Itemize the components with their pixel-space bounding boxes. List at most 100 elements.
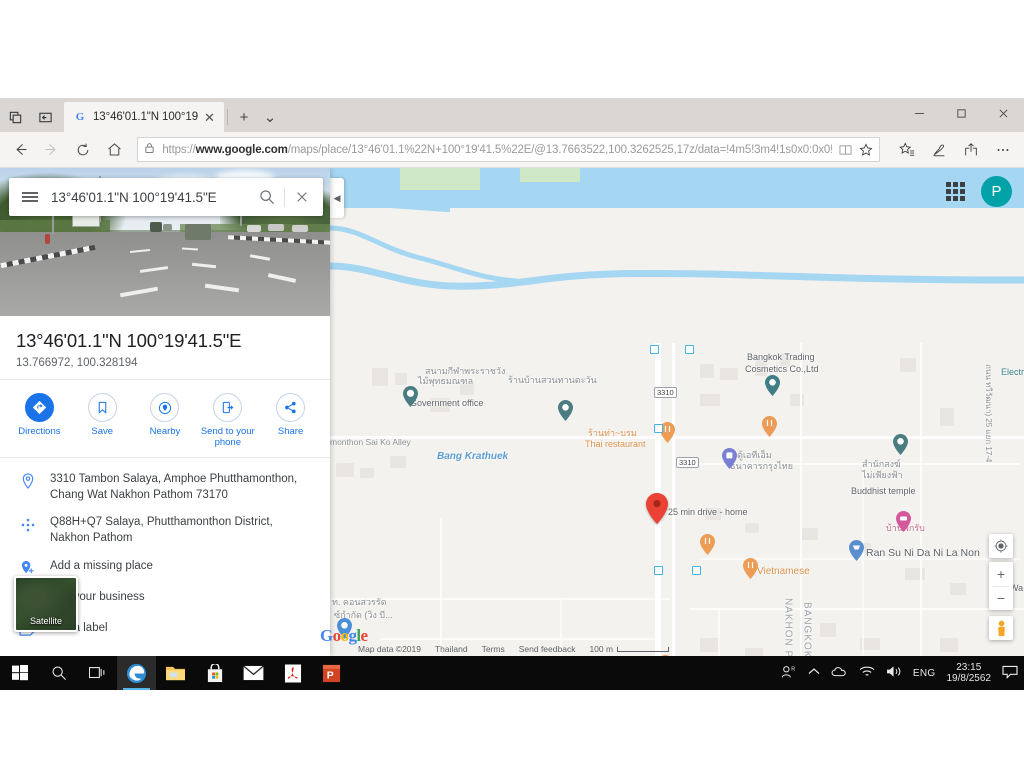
forward-button[interactable] <box>37 135 66 165</box>
adobe-reader-button[interactable] <box>273 656 312 690</box>
browser-tab[interactable]: G 13°46'01.1"N 100°19'41 ✕ <box>64 102 224 132</box>
menu-hamburger-icon[interactable] <box>9 190 51 204</box>
poi-pin-ran-su-ni[interactable] <box>849 540 864 561</box>
powerpoint-button[interactable]: P <box>312 656 351 690</box>
share-icon[interactable] <box>956 135 986 165</box>
share-icon <box>276 393 306 422</box>
map-label: ไม้พุทธมณฑล <box>418 376 474 386</box>
minimize-button[interactable] <box>898 98 940 128</box>
place-header: 13°46'01.1"N 100°19'41.5"E 13.766972, 10… <box>0 316 330 380</box>
transit-stop-icon[interactable] <box>650 345 659 354</box>
google-maps-page: สนามกีฬาพระราชวัง ไม้พุทธมณฑล Government… <box>0 168 1024 656</box>
poi-pin-government-office[interactable] <box>403 386 418 407</box>
park-area <box>400 168 480 190</box>
map-label[interactable]: ร้านท่า~บรม <box>588 428 637 439</box>
edge-button[interactable] <box>117 656 156 690</box>
poi-pin-vietnamese[interactable] <box>743 558 758 579</box>
favorite-star-icon[interactable] <box>859 142 873 157</box>
collapse-panel-button[interactable]: ◀ <box>330 178 344 218</box>
reading-view-icon[interactable] <box>839 144 852 156</box>
web-notes-icon[interactable] <box>924 135 954 165</box>
new-tab-button[interactable]: + <box>231 102 257 132</box>
refresh-button[interactable] <box>69 135 98 165</box>
system-tray: R ENG 23:15 19/8/2562 <box>781 662 1024 685</box>
task-view-button[interactable] <box>78 656 117 690</box>
microsoft-store-button[interactable] <box>195 656 234 690</box>
back-button[interactable] <box>6 135 35 165</box>
home-button[interactable] <box>100 135 129 165</box>
settings-and-more-button[interactable] <box>988 135 1018 165</box>
map-label: ถนน ทวีวัฒนา) 25 แยก 17-4 <box>984 364 993 463</box>
map-label: ร้านบ้านสวนทานตะวัน <box>508 375 597 385</box>
map-label: Thai restaurant <box>585 439 646 449</box>
satellite-layer-button[interactable]: Satellite <box>14 576 78 632</box>
transit-stop-icon[interactable] <box>685 345 694 354</box>
map-label[interactable]: Vietnamese <box>757 566 810 579</box>
zoom-in-button[interactable]: + <box>989 562 1013 586</box>
transit-stop-icon[interactable] <box>654 566 663 575</box>
action-label: Share <box>277 426 304 437</box>
map-label[interactable]: ตู้เอทีเอ็ม <box>737 450 772 461</box>
wifi-icon[interactable] <box>859 665 875 681</box>
set-tabs-aside-button[interactable] <box>0 102 30 132</box>
transit-stop-icon[interactable] <box>654 424 663 433</box>
address-bar[interactable]: https://www.google.com/maps/place/13°46'… <box>137 137 881 162</box>
window-controls <box>898 98 1024 132</box>
send-feedback-link[interactable]: Send feedback <box>519 644 576 654</box>
tab-list-chevron-down-icon[interactable]: ⌄ <box>257 102 283 132</box>
mail-button[interactable] <box>234 656 273 690</box>
info-row-address[interactable]: 3310 Tambon Salaya, Amphoe Phutthamontho… <box>0 466 330 510</box>
selected-location-marker[interactable] <box>646 493 668 524</box>
google-apps-grid-icon[interactable] <box>946 182 965 201</box>
pegman-street-view-button[interactable] <box>989 616 1013 640</box>
add-place-icon <box>18 559 37 578</box>
address-text: 3310 Tambon Salaya, Amphoe Phutthamontho… <box>50 472 298 501</box>
language-indicator[interactable]: ENG <box>913 668 936 679</box>
poi-pin-bank[interactable] <box>722 448 737 469</box>
map-label[interactable]: Government office <box>410 398 483 409</box>
close-window-button[interactable] <box>982 98 1024 128</box>
poi-pin-restaurant[interactable] <box>558 400 573 421</box>
file-explorer-button[interactable] <box>156 656 195 690</box>
tabs-you-set-aside-button[interactable] <box>30 102 60 132</box>
account-avatar[interactable]: P <box>981 176 1012 207</box>
clock[interactable]: 23:15 19/8/2562 <box>947 662 992 685</box>
map-label[interactable]: Ran Su Ni Da Ni La Non <box>866 547 980 560</box>
zoom-out-button[interactable]: − <box>989 587 1013 611</box>
search-input[interactable] <box>51 189 250 205</box>
google-favicon-icon: G <box>75 111 85 123</box>
onedrive-icon[interactable] <box>831 666 848 680</box>
navigation-toolbar: https://www.google.com/maps/place/13°46'… <box>0 132 1024 168</box>
close-tab-button[interactable]: ✕ <box>204 111 218 124</box>
action-send-to-phone[interactable]: Send to your phone <box>196 393 259 449</box>
poi-pin-lodging[interactable] <box>896 511 911 532</box>
action-save[interactable]: Save <box>71 393 134 449</box>
search-button[interactable] <box>39 656 78 690</box>
poi-pin-restaurant[interactable] <box>762 416 777 437</box>
speaker-icon[interactable] <box>886 665 902 681</box>
map-label[interactable]: สำนักสงฆ์ <box>862 459 901 470</box>
edge-browser-window: G 13°46'01.1"N 100°19'41 ✕ + ⌄ <box>0 98 1024 656</box>
action-center-icon[interactable] <box>1002 665 1018 682</box>
info-row-plus-code[interactable]: Q88H+Q7 Salaya, Phutthamonthon District,… <box>0 509 330 553</box>
transit-stop-icon[interactable] <box>692 566 701 575</box>
clock-time: 23:15 <box>956 661 982 673</box>
poi-pin-bangkok-trading[interactable] <box>765 375 780 396</box>
action-nearby[interactable]: Nearby <box>134 393 197 449</box>
show-hidden-icons-chevron-up-icon[interactable] <box>808 667 820 679</box>
action-label: Send to your phone <box>200 426 255 448</box>
search-icon[interactable] <box>250 179 284 215</box>
map-label: 25 min drive - home <box>668 507 748 517</box>
start-button[interactable] <box>0 656 39 690</box>
my-location-button[interactable] <box>989 534 1013 558</box>
map-label[interactable]: Bangkok Trading <box>747 352 815 363</box>
poi-pin-restaurant[interactable] <box>700 534 715 555</box>
favorites-hub-icon[interactable] <box>892 135 922 165</box>
clear-search-button[interactable] <box>285 179 319 215</box>
action-directions[interactable]: Directions <box>8 393 71 449</box>
people-icon[interactable]: R <box>781 665 797 682</box>
poi-pin-buddhist-temple[interactable] <box>893 434 908 455</box>
action-share[interactable]: Share <box>259 393 322 449</box>
terms-link[interactable]: Terms <box>482 644 505 654</box>
maximize-button[interactable] <box>940 98 982 128</box>
